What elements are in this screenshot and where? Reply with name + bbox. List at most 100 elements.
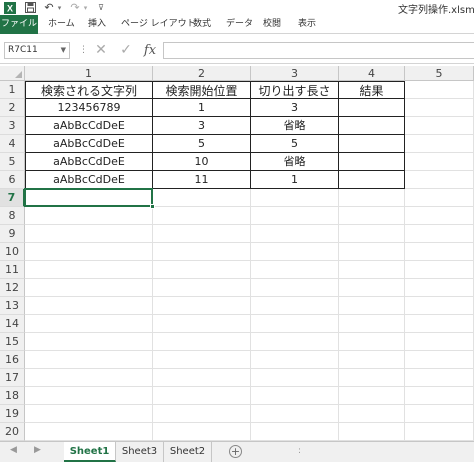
grid-cell[interactable] xyxy=(251,405,339,423)
table-cell[interactable]: 3 xyxy=(251,99,339,117)
row-header[interactable]: 10 xyxy=(0,243,25,261)
table-cell[interactable] xyxy=(339,117,405,135)
grid-cell[interactable] xyxy=(251,369,339,387)
row-header[interactable]: 5 xyxy=(0,153,25,171)
tab-file[interactable]: ファイル xyxy=(0,15,38,34)
tab-view[interactable]: 表示 xyxy=(298,15,316,34)
grid-cell[interactable] xyxy=(339,387,405,405)
save-icon[interactable] xyxy=(24,1,36,14)
grid-cell[interactable] xyxy=(405,315,474,333)
grid-cell[interactable] xyxy=(405,189,474,207)
table-cell[interactable]: 5 xyxy=(251,135,339,153)
grid-cell[interactable] xyxy=(339,243,405,261)
table-cell[interactable]: 1 xyxy=(153,99,251,117)
grid-cell[interactable] xyxy=(25,207,153,225)
grid-cell[interactable] xyxy=(339,423,405,441)
grid-cell[interactable] xyxy=(251,207,339,225)
excel-logo-icon[interactable]: X xyxy=(4,1,16,14)
row-header[interactable]: 20 xyxy=(0,423,25,441)
grid-cell[interactable] xyxy=(339,297,405,315)
row-header[interactable]: 9 xyxy=(0,225,25,243)
table-cell[interactable]: 11 xyxy=(153,171,251,189)
grid-cell[interactable] xyxy=(25,279,153,297)
tab-page-layout[interactable]: ページ レイアウト xyxy=(121,15,196,34)
grid-cell[interactable] xyxy=(153,225,251,243)
grid-cell[interactable] xyxy=(339,333,405,351)
grid-cell[interactable] xyxy=(25,243,153,261)
grid-cell[interactable] xyxy=(251,189,339,207)
sheet-tab-sheet1[interactable]: Sheet1 xyxy=(64,442,116,462)
table-header-cell[interactable]: 検索開始位置 xyxy=(153,81,251,99)
fill-handle[interactable] xyxy=(150,204,155,209)
tab-insert[interactable]: 挿入 xyxy=(88,15,106,34)
tab-home[interactable]: ホーム xyxy=(48,15,75,34)
customize-qat-icon[interactable]: ⊽ xyxy=(96,1,106,14)
table-cell[interactable]: 10 xyxy=(153,153,251,171)
grid-cell[interactable] xyxy=(405,81,474,99)
grid-cell[interactable] xyxy=(251,225,339,243)
grid-cell[interactable] xyxy=(339,189,405,207)
row-header[interactable]: 12 xyxy=(0,279,25,297)
row-header[interactable]: 4 xyxy=(0,135,25,153)
formula-input[interactable] xyxy=(163,42,474,59)
redo-dropdown-icon[interactable]: ▾ xyxy=(82,1,89,14)
row-header[interactable]: 16 xyxy=(0,351,25,369)
grid-cell[interactable] xyxy=(339,315,405,333)
grid-cell[interactable] xyxy=(339,279,405,297)
grid-cell[interactable] xyxy=(153,369,251,387)
grid-cell[interactable] xyxy=(339,261,405,279)
grid-cell[interactable] xyxy=(405,225,474,243)
grid-cell[interactable] xyxy=(153,189,251,207)
add-sheet-button[interactable]: + xyxy=(229,445,242,458)
grid-cell[interactable] xyxy=(405,423,474,441)
row-header[interactable]: 19 xyxy=(0,405,25,423)
table-cell[interactable]: aAbBcCdDeE xyxy=(25,117,153,135)
grid-cell[interactable] xyxy=(25,387,153,405)
row-header[interactable]: 13 xyxy=(0,297,25,315)
grid-cell[interactable] xyxy=(153,279,251,297)
table-cell[interactable]: 5 xyxy=(153,135,251,153)
grid-cell[interactable] xyxy=(405,351,474,369)
row-header[interactable]: 14 xyxy=(0,315,25,333)
grid-cell[interactable] xyxy=(251,351,339,369)
grid-cell[interactable] xyxy=(405,171,474,189)
redo-icon[interactable]: ↷ xyxy=(69,1,81,14)
grid-cell[interactable] xyxy=(251,297,339,315)
table-header-cell[interactable]: 結果 xyxy=(339,81,405,99)
table-cell[interactable]: 123456789 xyxy=(25,99,153,117)
grid-cell[interactable] xyxy=(339,225,405,243)
grid-cell[interactable] xyxy=(405,333,474,351)
grid-cell[interactable] xyxy=(25,261,153,279)
table-cell[interactable]: aAbBcCdDeE xyxy=(25,135,153,153)
row-header[interactable]: 11 xyxy=(0,261,25,279)
grid-cell[interactable] xyxy=(25,405,153,423)
grid-cell[interactable] xyxy=(153,261,251,279)
tab-split-handle[interactable]: : xyxy=(298,446,301,456)
table-cell[interactable]: 1 xyxy=(251,171,339,189)
table-cell[interactable]: aAbBcCdDeE xyxy=(25,153,153,171)
grid-cell[interactable] xyxy=(251,333,339,351)
row-header[interactable]: 2 xyxy=(0,99,25,117)
grid-cell[interactable] xyxy=(339,207,405,225)
row-header[interactable]: 7 xyxy=(0,189,25,207)
grid-cell[interactable] xyxy=(153,351,251,369)
insert-function-icon[interactable]: fx xyxy=(141,41,159,59)
next-sheet-icon[interactable]: ▶ xyxy=(34,445,41,455)
grid-cell[interactable] xyxy=(25,423,153,441)
table-cell[interactable] xyxy=(339,171,405,189)
table-header-cell[interactable]: 切り出す長さ xyxy=(251,81,339,99)
grid-cell[interactable] xyxy=(405,297,474,315)
row-header[interactable]: 18 xyxy=(0,387,25,405)
table-header-cell[interactable]: 検索される文字列 xyxy=(25,81,153,99)
grid-cell[interactable] xyxy=(25,189,153,207)
grid-cell[interactable] xyxy=(25,369,153,387)
grid-cell[interactable] xyxy=(153,333,251,351)
undo-dropdown-icon[interactable]: ▾ xyxy=(56,1,63,14)
column-header[interactable]: 2 xyxy=(153,66,251,81)
table-cell[interactable] xyxy=(339,153,405,171)
grid-cell[interactable] xyxy=(153,207,251,225)
grid-cell[interactable] xyxy=(405,387,474,405)
grid-cell[interactable] xyxy=(251,279,339,297)
row-header[interactable]: 3 xyxy=(0,117,25,135)
grid-cell[interactable] xyxy=(251,261,339,279)
